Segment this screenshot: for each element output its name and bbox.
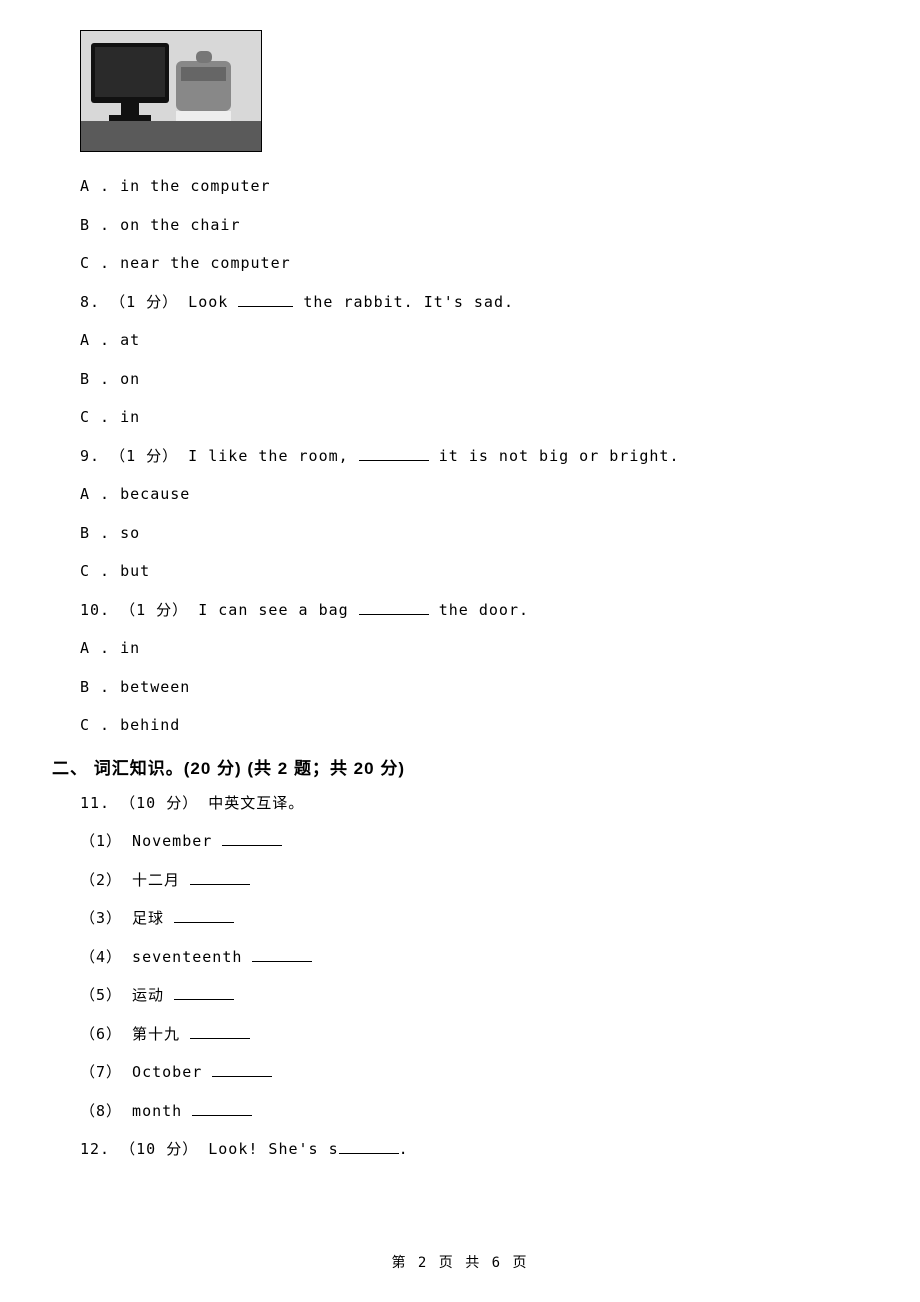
q10-option-a[interactable]: A . in — [80, 634, 860, 663]
q9-option-a[interactable]: A . because — [80, 480, 860, 509]
q11-s7-blank[interactable] — [212, 1061, 272, 1077]
q11-s2-text: （2） 十二月 — [80, 871, 190, 889]
q8-option-a[interactable]: A . at — [80, 326, 860, 355]
q10-post: the door. — [429, 601, 529, 619]
q8-option-b[interactable]: B . on — [80, 365, 860, 394]
q11-sub2: （2） 十二月 — [80, 866, 860, 895]
q11-s1-blank[interactable] — [222, 830, 282, 846]
q11-sub7: （7） October — [80, 1058, 860, 1087]
q12-stem: 12. （10 分） Look! She's s. — [80, 1135, 860, 1164]
q9-pre: 9. （1 分） I like the room, — [80, 447, 359, 465]
q11-s5-blank[interactable] — [174, 984, 234, 1000]
q10-option-c[interactable]: C . behind — [80, 711, 860, 740]
q11-sub4: （4） seventeenth — [80, 943, 860, 972]
q11-s8-blank[interactable] — [192, 1100, 252, 1116]
q11-s6-blank[interactable] — [190, 1023, 250, 1039]
page: A . in the computer B . on the chair C .… — [0, 0, 920, 1302]
q8-stem: 8. （1 分） Look the rabbit. It's sad. — [80, 288, 860, 317]
q9-option-b[interactable]: B . so — [80, 519, 860, 548]
q11-sub5: （5） 运动 — [80, 981, 860, 1010]
q10-stem: 10. （1 分） I can see a bag the door. — [80, 596, 860, 625]
q8-blank[interactable] — [238, 291, 293, 307]
q8-option-c[interactable]: C . in — [80, 403, 860, 432]
q12-blank[interactable] — [339, 1138, 399, 1154]
q8-post: the rabbit. It's sad. — [293, 293, 514, 311]
q11-s3-blank[interactable] — [174, 907, 234, 923]
q11-s6-text: （6） 第十九 — [80, 1025, 190, 1043]
q9-option-c[interactable]: C . but — [80, 557, 860, 586]
q12-post: . — [399, 1140, 409, 1158]
q11-sub6: （6） 第十九 — [80, 1020, 860, 1049]
page-footer: 第 2 页 共 6 页 — [0, 1252, 920, 1272]
q11-sub1: （1） November — [80, 827, 860, 856]
content: A . in the computer B . on the chair C .… — [60, 30, 860, 1164]
q7-option-a[interactable]: A . in the computer — [80, 172, 860, 201]
q12-pre: 12. （10 分） Look! She's s — [80, 1140, 339, 1158]
q9-blank[interactable] — [359, 445, 429, 461]
q11-s4-text: （4） seventeenth — [80, 948, 252, 966]
q10-blank[interactable] — [359, 599, 429, 615]
q11-s7-text: （7） October — [80, 1063, 212, 1081]
q7-option-b[interactable]: B . on the chair — [80, 211, 860, 240]
q11-stem: 11. （10 分） 中英文互译。 — [80, 789, 860, 818]
section-2-heading: 二、 词汇知识。(20 分) (共 2 题；共 20 分) — [52, 754, 860, 779]
q11-s4-blank[interactable] — [252, 946, 312, 962]
computer-bag-photo — [81, 31, 261, 151]
q11-s5-text: （5） 运动 — [80, 986, 174, 1004]
q11-sub8: （8） month — [80, 1097, 860, 1126]
q7-option-c[interactable]: C . near the computer — [80, 249, 860, 278]
q10-pre: 10. （1 分） I can see a bag — [80, 601, 359, 619]
q11-s3-text: （3） 足球 — [80, 909, 174, 927]
q9-stem: 9. （1 分） I like the room, it is not big … — [80, 442, 860, 471]
q11-s8-text: （8） month — [80, 1102, 192, 1120]
question-image — [80, 30, 262, 152]
q11-sub3: （3） 足球 — [80, 904, 860, 933]
q11-s2-blank[interactable] — [190, 869, 250, 885]
q10-option-b[interactable]: B . between — [80, 673, 860, 702]
q9-post: it is not big or bright. — [429, 447, 680, 465]
q11-s1-text: （1） November — [80, 832, 222, 850]
q8-pre: 8. （1 分） Look — [80, 293, 238, 311]
